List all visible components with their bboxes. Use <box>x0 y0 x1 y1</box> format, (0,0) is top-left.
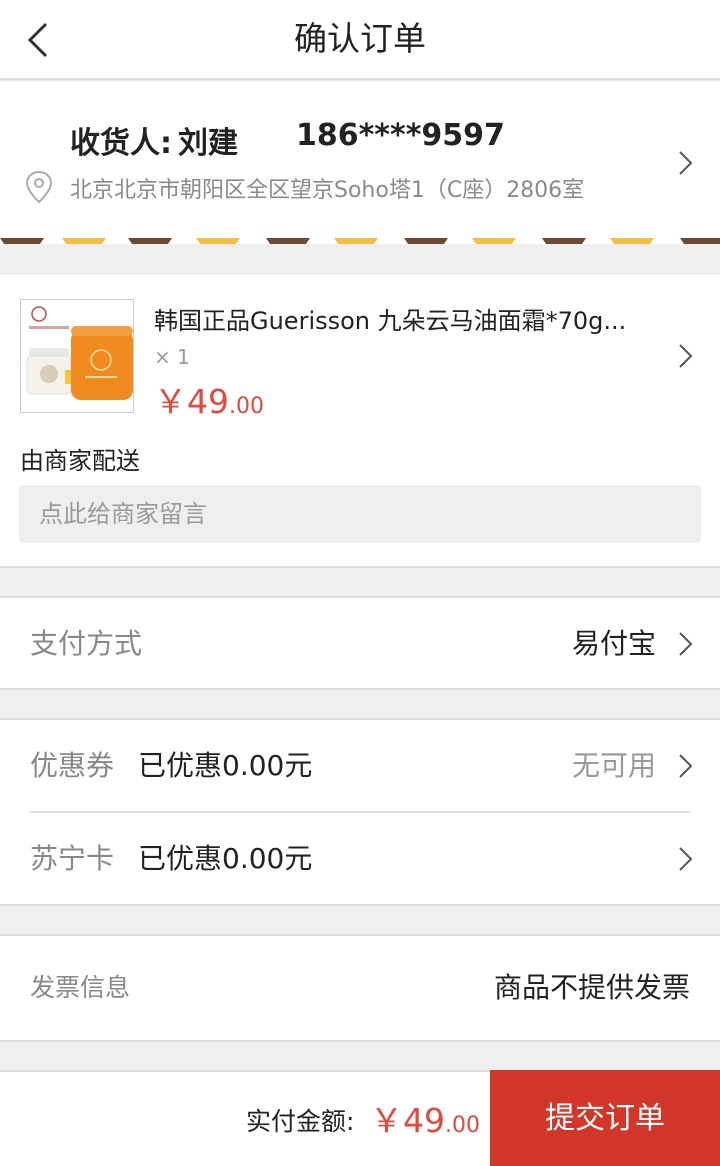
product-card: 韩国正品Guerisson 九朵云马油面霜*70g... × 1 ￥49.00 … <box>0 275 720 568</box>
recipient-phone: 186****9597 <box>296 118 505 153</box>
address-stripe-decoration <box>0 238 720 244</box>
chevron-right-icon <box>679 344 693 368</box>
total-price-decimal: .00 <box>445 1113 480 1138</box>
delivery-method: 由商家配送 <box>20 447 140 475</box>
payment-method-row[interactable]: 支付方式 易付宝 <box>0 598 720 690</box>
price-decimal: .00 <box>229 394 264 419</box>
product-quantity: × 1 <box>154 345 190 369</box>
product-name: 韩国正品Guerisson 九朵云马油面霜*70g... <box>154 307 627 335</box>
card-label: 苏宁卡 <box>30 842 115 875</box>
total-price-integer: 49 <box>403 1101 445 1140</box>
address-section[interactable]: 收货人: 刘建 186****9597 北京北京市朝阳区全区望京Soho塔1（C座… <box>0 82 720 244</box>
price-integer: 49 <box>187 382 229 421</box>
product-item[interactable]: 韩国正品Guerisson 九朵云马油面霜*70g... × 1 ￥49.00 <box>0 275 720 425</box>
total-price: ￥49.00 <box>370 1094 480 1142</box>
nav-bar: 确认订单 <box>0 0 720 80</box>
suning-card-row[interactable]: 苏宁卡 已优惠0.00元 <box>0 813 720 905</box>
total-price-symbol: ￥ <box>370 1101 403 1140</box>
invoice-label: 发票信息 <box>30 973 131 1002</box>
coupon-discount: 已优惠0.00元 <box>138 749 313 782</box>
coupon-row[interactable]: 优惠券 已优惠0.00元 无可用 <box>0 720 720 812</box>
product-thumbnail <box>20 299 134 413</box>
product-price: ￥49.00 <box>154 375 264 423</box>
location-pin-icon <box>25 170 53 204</box>
total-label: 实付金额: <box>246 1107 355 1136</box>
coupon-value: 无可用 <box>571 749 656 782</box>
coupon-label: 优惠券 <box>30 749 115 782</box>
chevron-right-icon <box>679 847 693 871</box>
recipient-label: 收货人: <box>70 126 172 161</box>
discount-section: 优惠券 已优惠0.00元 无可用 苏宁卡 已优惠0.00元 <box>0 718 720 906</box>
checkout-bar: 实付金额: ￥49.00 提交订单 <box>0 1070 720 1166</box>
invoice-row[interactable]: 发票信息 商品不提供发票 <box>0 942 720 1034</box>
product-image <box>21 300 133 412</box>
payment-label: 支付方式 <box>30 627 143 660</box>
chevron-right-icon <box>679 151 693 175</box>
card-discount: 已优惠0.00元 <box>138 842 313 875</box>
chevron-right-icon <box>679 754 693 778</box>
page-title: 确认订单 <box>294 19 426 58</box>
chevron-right-icon <box>679 632 693 656</box>
price-symbol: ￥ <box>154 382 187 421</box>
invoice-section: 发票信息 商品不提供发票 <box>0 934 720 1042</box>
recipient-name: 刘建 <box>178 126 238 161</box>
payment-section: 支付方式 易付宝 <box>0 596 720 690</box>
address-text: 北京北京市朝阳区全区望京Soho塔1（C座）2806室 <box>70 178 585 203</box>
recipient: 收货人: 刘建 <box>70 118 238 162</box>
submit-order-button[interactable]: 提交订单 <box>490 1070 720 1166</box>
payment-value: 易付宝 <box>571 627 656 660</box>
invoice-value: 商品不提供发票 <box>493 971 690 1004</box>
seller-message-input[interactable] <box>19 485 701 543</box>
